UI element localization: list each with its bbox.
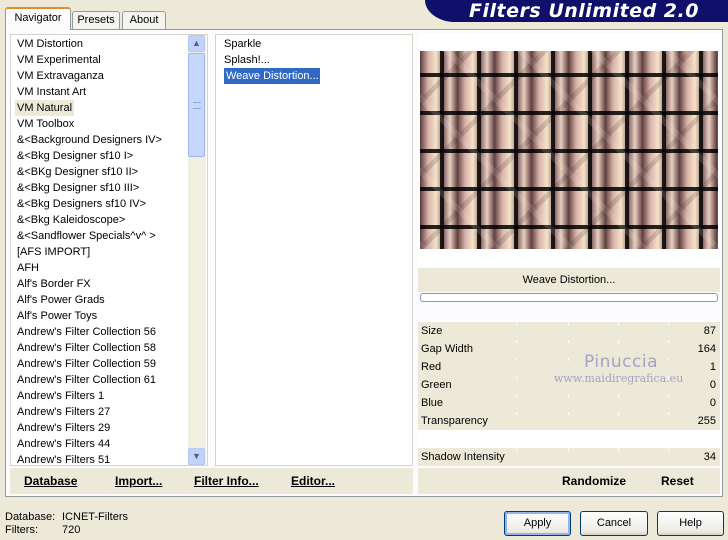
list-item[interactable]: &<Bkg Designer sf10 I> <box>17 148 133 164</box>
param-value: 255 <box>697 415 716 427</box>
progress-bar <box>420 293 718 302</box>
parameter-panel: Size 87 Gap Width 164 Red 1 Green 0 Blue… <box>418 320 720 466</box>
list-item[interactable]: &<Background Designers IV> <box>17 132 162 148</box>
filters-count-label: Filters: <box>5 524 38 536</box>
bottom-left-bar: Database Import... Filter Info... Editor… <box>10 468 413 494</box>
grip-icon <box>193 102 201 109</box>
list-item[interactable]: Andrew's Filter Collection 58 <box>17 340 156 356</box>
list-item[interactable]: &<Bkg Designer sf10 III> <box>17 180 139 196</box>
randomize-button[interactable]: Randomize <box>562 474 626 488</box>
apply-button[interactable]: Apply <box>504 511 571 536</box>
param-label: Shadow Intensity <box>421 451 505 463</box>
preview-overlay <box>420 51 718 249</box>
database-link[interactable]: Database <box>24 474 77 488</box>
filter-item[interactable]: Splash!... <box>224 52 270 68</box>
cancel-button[interactable]: Cancel <box>580 511 648 536</box>
list-item[interactable]: Andrew's Filters 1 <box>17 388 104 404</box>
editor-link[interactable]: Editor... <box>291 474 335 488</box>
list-item[interactable]: AFH <box>17 260 39 276</box>
list-item[interactable]: Andrew's Filters 44 <box>17 436 110 452</box>
help-button[interactable]: Help <box>657 511 724 536</box>
watermark-url: www.maidiregrafica.eu <box>554 372 684 385</box>
param-value: 1 <box>709 361 716 373</box>
param-value: 0 <box>709 397 716 409</box>
filter-list-scrollbar[interactable]: ▲ ▼ <box>188 35 206 465</box>
param-label: Blue <box>421 397 444 409</box>
tab-navigator[interactable]: Navigator <box>5 7 71 30</box>
param-label: Transparency <box>421 415 488 427</box>
param-row-shadow-intensity[interactable]: Shadow Intensity 34 <box>418 448 720 466</box>
list-item[interactable]: Andrew's Filter Collection 59 <box>17 356 156 372</box>
param-label: Gap Width <box>421 343 473 355</box>
param-row-size[interactable]: Size 87 <box>418 322 720 340</box>
list-item[interactable]: VM Extravaganza <box>17 68 104 84</box>
param-row-empty <box>418 430 720 448</box>
chevron-down-icon[interactable]: ▼ <box>188 448 205 465</box>
list-item[interactable]: VM Toolbox <box>17 116 74 132</box>
list-item[interactable]: VM Instant Art <box>17 84 86 100</box>
list-item[interactable]: Andrew's Filter Collection 61 <box>17 372 156 388</box>
list-item[interactable]: Alf's Border FX <box>17 276 91 292</box>
list-item[interactable]: Alf's Power Toys <box>17 308 97 324</box>
param-label: Green <box>421 379 452 391</box>
list-item[interactable]: Andrew's Filters 51 <box>17 452 110 465</box>
database-value: ICNET-Filters <box>62 511 128 523</box>
current-filter-name: Weave Distortion... <box>418 268 720 292</box>
scrollbar-thumb[interactable] <box>188 53 205 157</box>
tab-presets[interactable]: Presets <box>72 11 120 29</box>
filters-count-value: 720 <box>62 524 81 536</box>
param-value: 164 <box>697 343 716 355</box>
filter-category-list[interactable]: VM Distortion VM Experimental VM Extrava… <box>10 34 208 466</box>
param-value: 87 <box>703 325 716 337</box>
list-item[interactable]: VM Experimental <box>17 52 101 68</box>
chevron-up-icon[interactable]: ▲ <box>188 35 205 52</box>
watermark-name: Pinuccia <box>584 352 658 372</box>
filter-item-selected[interactable]: Weave Distortion... <box>224 68 320 84</box>
bottom-right-bar: Randomize Reset <box>418 468 720 494</box>
filter-item[interactable]: Sparkle <box>224 36 261 52</box>
param-value: 0 <box>709 379 716 391</box>
param-value: 34 <box>703 451 716 463</box>
list-item[interactable]: Andrew's Filters 27 <box>17 404 110 420</box>
list-item-selected[interactable]: VM Natural <box>15 100 75 116</box>
import-link[interactable]: Import... <box>115 474 162 488</box>
list-item[interactable]: Alf's Power Grads <box>17 292 105 308</box>
database-label: Database: <box>5 511 56 523</box>
param-row-gap-width[interactable]: Gap Width 164 <box>418 340 720 358</box>
list-item[interactable]: &<Bkg Designers sf10 IV> <box>17 196 146 212</box>
filter-list[interactable]: Sparkle Splash!... Weave Distortion... <box>215 34 413 466</box>
reset-button[interactable]: Reset <box>661 474 694 488</box>
list-item[interactable]: Andrew's Filter Collection 56 <box>17 324 156 340</box>
list-item[interactable]: Andrew's Filters 29 <box>17 420 110 436</box>
list-item[interactable]: &<BKg Designer sf10 II> <box>17 164 138 180</box>
tab-about[interactable]: About <box>122 11 166 29</box>
param-label: Size <box>421 325 443 337</box>
filter-info-link[interactable]: Filter Info... <box>194 474 259 488</box>
list-item[interactable]: [AFS IMPORT] <box>17 244 90 260</box>
param-label: Red <box>421 361 442 373</box>
app-title: Filters Unlimited 2.0 <box>469 0 699 22</box>
param-row-blue[interactable]: Blue 0 <box>418 394 720 412</box>
list-item[interactable]: VM Distortion <box>17 36 83 52</box>
param-row-transparency[interactable]: Transparency 255 <box>418 412 720 430</box>
list-item[interactable]: &<Bkg Kaleidoscope> <box>17 212 125 228</box>
list-item[interactable]: &<Sandflower Specials^v^ > <box>17 228 156 244</box>
